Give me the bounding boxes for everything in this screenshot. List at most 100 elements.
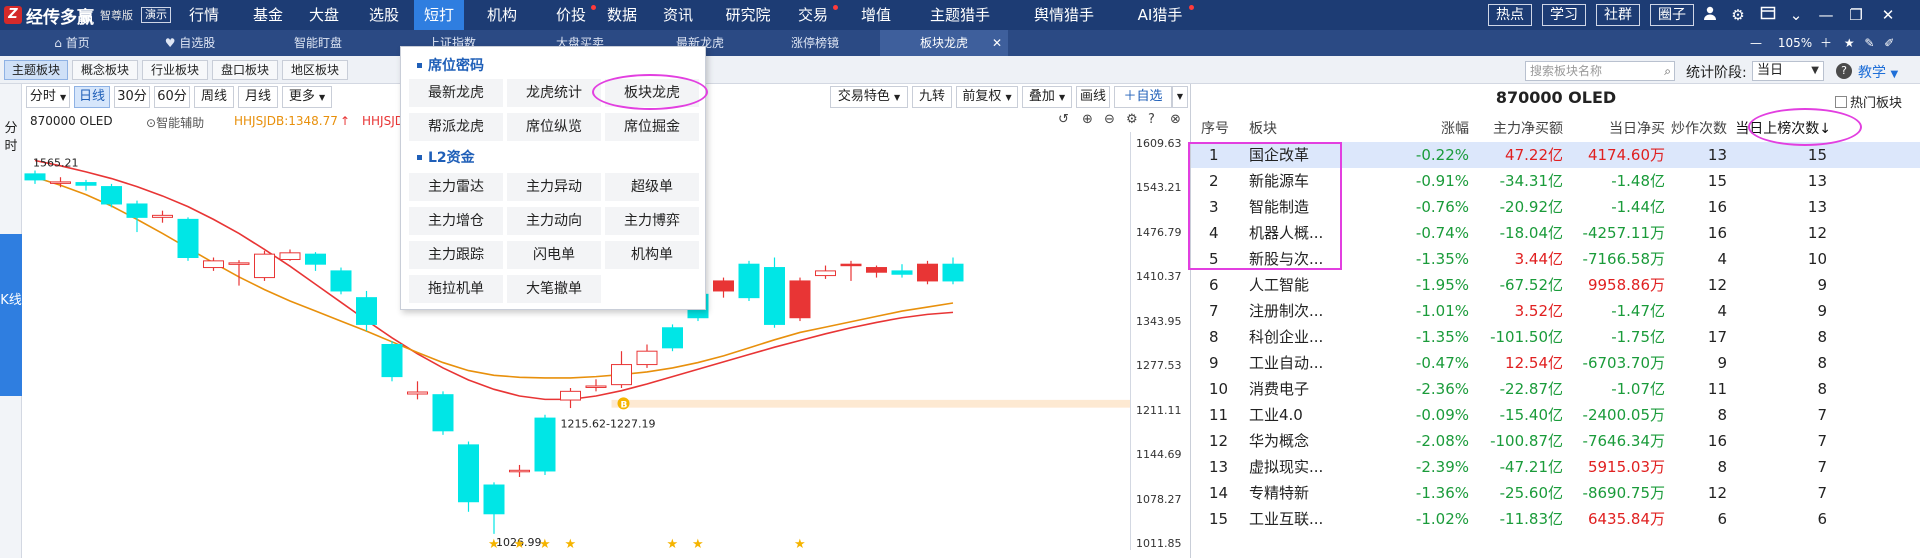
smart-assist-toggle[interactable]: ⊙智能辅助 — [146, 114, 204, 131]
col-header-change[interactable]: 涨幅 — [1409, 118, 1469, 138]
close-icon[interactable]: ✕ — [1878, 5, 1898, 25]
period-monthly[interactable]: 月线 — [238, 86, 278, 108]
help-icon[interactable]: ? — [1148, 112, 1155, 127]
nav-12[interactable]: 主题猎手 — [916, 0, 1004, 30]
nav-14[interactable]: AI猎手 — [1124, 0, 1196, 30]
more-tools-button[interactable]: ▼ — [1172, 86, 1188, 108]
nav-11[interactable]: 增值 — [848, 0, 904, 30]
period-more[interactable]: 更多 ▼ — [282, 86, 332, 108]
refresh-icon[interactable]: ↺ — [1058, 112, 1069, 127]
menu-seat-dig[interactable]: 席位掘金 — [605, 113, 699, 141]
tab-theme-board[interactable]: 主题板块 — [4, 60, 68, 80]
nav-5[interactable]: 机构 — [474, 0, 530, 30]
zoom-in-icon[interactable]: ⊕ — [1082, 112, 1093, 127]
nav-7[interactable]: 数据 — [596, 0, 648, 30]
menu-main-radar[interactable]: 主力雷达 — [409, 173, 503, 201]
nav-2[interactable]: 大盘 — [296, 0, 352, 30]
period-intraday[interactable]: 分时 ▼ — [26, 86, 70, 108]
nav-10[interactable]: 交易 — [786, 0, 840, 30]
pen-icon[interactable]: ✎ — [1864, 36, 1874, 50]
table-row[interactable]: 13 虚拟现实... -2.39% -47.21亿 5915.03万 8 7 — [1191, 454, 1920, 480]
teach-link[interactable]: 教学 ▼ — [1858, 62, 1898, 82]
nav-0[interactable]: 行情 — [176, 0, 232, 30]
menu-big-cancel[interactable]: 大笔撤单 — [507, 275, 601, 303]
menu-dragon-stats[interactable]: 龙虎统计 — [507, 79, 601, 107]
community-button[interactable]: 社群 — [1596, 4, 1640, 26]
hot-board-checkbox[interactable]: 热门板块 — [1835, 92, 1902, 111]
nav-8[interactable]: 资讯 — [652, 0, 704, 30]
menu-main-game[interactable]: 主力博弈 — [605, 207, 699, 235]
board-search-input[interactable]: 搜索板块名称 ⌕ — [1525, 61, 1675, 81]
period-30min[interactable]: 30分 — [114, 86, 150, 108]
nav-4[interactable]: 短打 — [414, 0, 464, 30]
learn-button[interactable]: 学习 — [1542, 4, 1586, 26]
menu-main-track[interactable]: 主力跟踪 — [409, 241, 503, 269]
zoom-out-icon[interactable]: ⊖ — [1104, 112, 1115, 127]
nav-1[interactable]: 基金 — [240, 0, 296, 30]
plus-icon[interactable]: ＋ — [1820, 36, 1832, 50]
nav-3[interactable]: 选股 — [356, 0, 412, 30]
table-row[interactable]: 10 消费电子 -2.36% -22.87亿 -1.07亿 11 8 — [1191, 376, 1920, 402]
table-row[interactable]: 9 工业自动... -0.47% 12.54亿 -6703.70万 9 8 — [1191, 350, 1920, 376]
circle-button[interactable]: 圈子 — [1650, 4, 1694, 26]
col-header-main-net-buy[interactable]: 主力净买额 — [1463, 118, 1563, 138]
nav-6[interactable]: 价投 — [544, 0, 598, 30]
table-row[interactable]: 11 工业4.0 -0.09% -15.40亿 -2400.05万 8 7 — [1191, 402, 1920, 428]
tab-limit-up[interactable]: 涨停榜镜 — [760, 30, 870, 56]
tab-concept-board[interactable]: 概念板块 — [72, 60, 138, 80]
col-header-index[interactable]: 序号 — [1201, 118, 1229, 138]
draw-line-button[interactable]: 画线 — [1076, 86, 1110, 108]
gear-icon[interactable]: ⚙ — [1728, 5, 1748, 25]
table-row[interactable]: 8 科创企业... -1.35% -101.50亿 -1.75亿 17 8 — [1191, 324, 1920, 350]
table-row[interactable]: 7 注册制次... -1.01% 3.52亿 -1.47亿 4 9 — [1191, 298, 1920, 324]
table-row[interactable]: 6 人工智能 -1.95% -67.52亿 9958.86万 12 9 — [1191, 272, 1920, 298]
checkbox-icon[interactable] — [1835, 96, 1847, 108]
menu-super-order[interactable]: 超级单 — [605, 173, 699, 201]
tab-industry-board[interactable]: 行业板块 — [142, 60, 208, 80]
tab-watchlist[interactable]: ♥ 自选股 — [130, 30, 250, 56]
layout-icon[interactable] — [1758, 5, 1778, 25]
period-weekly[interactable]: 周线 — [194, 86, 234, 108]
trade-feature-button[interactable]: 交易特色 ▼ — [830, 86, 908, 108]
hot-button[interactable]: 热点 — [1488, 4, 1532, 26]
nine-turn-button[interactable]: 九转 — [912, 86, 952, 108]
menu-seat-overview[interactable]: 席位纵览 — [507, 113, 601, 141]
settings-icon[interactable]: ⚙ — [1126, 112, 1138, 127]
stat-period-select[interactable]: 当日 ▼ — [1752, 61, 1824, 81]
nav-9[interactable]: 研究院 — [716, 0, 780, 30]
tab-region-board[interactable]: 地区板块 — [282, 60, 348, 80]
col-header-hype-count[interactable]: 炒作次数 — [1657, 118, 1727, 138]
demo-badge[interactable]: 演示 — [141, 7, 171, 23]
star-icon[interactable]: ★ — [1844, 36, 1855, 50]
minus-icon[interactable]: — — [1750, 36, 1762, 50]
col-header-board[interactable]: 板块 — [1249, 118, 1277, 138]
add-watch-button[interactable]: ＋自选 — [1114, 86, 1172, 108]
period-daily[interactable]: 日线 — [74, 86, 110, 108]
kline-switch[interactable]: K线 — [0, 234, 22, 396]
tab-smart-watch[interactable]: 智能盯盘 — [258, 30, 378, 56]
menu-inst-order[interactable]: 机构单 — [605, 241, 699, 269]
close-icon[interactable]: ⊗ — [1170, 112, 1181, 127]
menu-flash-order[interactable]: 闪电单 — [507, 241, 601, 269]
edit-icon[interactable]: ✐ — [1884, 36, 1894, 50]
overlay-button[interactable]: 叠加 ▼ — [1022, 86, 1072, 108]
nav-13[interactable]: 舆情猎手 — [1020, 0, 1108, 30]
col-header-day-net-buy[interactable]: 当日净买 — [1561, 118, 1665, 138]
chevron-down-icon[interactable]: ⌄ — [1786, 5, 1806, 25]
table-row[interactable]: 12 华为概念 -2.08% -100.87亿 -7646.34万 16 7 — [1191, 428, 1920, 454]
user-icon[interactable] — [1700, 5, 1720, 25]
pre-adjust-button[interactable]: 前复权 ▼ — [956, 86, 1018, 108]
menu-gang-dragon[interactable]: 帮派龙虎 — [409, 113, 503, 141]
fenshi-switch[interactable]: 分时 — [3, 120, 19, 156]
help-icon[interactable]: ? — [1836, 63, 1852, 79]
zoom-control[interactable]: — 105% ＋ ★ ✎ ✐ — [1750, 30, 1894, 56]
menu-main-anomaly[interactable]: 主力异动 — [507, 173, 601, 201]
period-60min[interactable]: 60分 — [154, 86, 190, 108]
menu-latest-dragon[interactable]: 最新龙虎 — [409, 79, 503, 107]
tab-board-dragon[interactable]: 板块龙虎 ✕ — [880, 30, 1008, 56]
menu-main-increase[interactable]: 主力增仓 — [409, 207, 503, 235]
tab-home[interactable]: ⌂ 首页 — [22, 30, 122, 56]
tab-handicap-board[interactable]: 盘口板块 — [212, 60, 278, 80]
table-row[interactable]: 14 专精特新 -1.36% -25.60亿 -8690.75万 12 7 — [1191, 480, 1920, 506]
tab-close-icon[interactable]: ✕ — [992, 30, 1002, 56]
